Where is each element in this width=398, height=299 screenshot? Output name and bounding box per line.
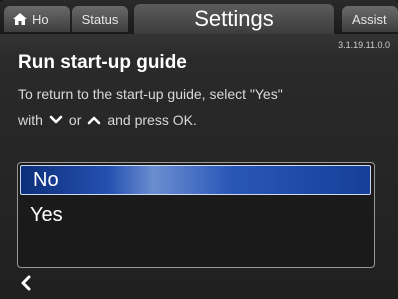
tab-settings-label: Settings: [194, 6, 274, 31]
home-icon: [13, 13, 27, 25]
description-line-1: To return to the start-up guide, select …: [18, 86, 283, 102]
tab-status-label: Status: [81, 11, 119, 27]
description-or: or: [68, 112, 82, 128]
version-number: 3.1.19.11.0.0: [338, 40, 390, 50]
description-line-2: with or and press OK.: [18, 112, 197, 128]
tab-assist[interactable]: Assist: [342, 6, 398, 32]
tab-settings[interactable]: Settings: [134, 4, 334, 34]
chevron-up-icon: [88, 116, 101, 125]
option-yes[interactable]: Yes: [18, 199, 373, 231]
screen: Ho Status Settings Assist 3.1.19.11.0.0 …: [0, 0, 398, 299]
option-no-label: No: [33, 168, 59, 191]
description-with: with: [18, 112, 43, 128]
tab-home-label: Ho: [32, 11, 49, 27]
tab-bar: Ho Status Settings Assist: [0, 0, 398, 34]
tab-assist-label: Assist: [352, 11, 387, 27]
back-arrow-icon[interactable]: [18, 275, 34, 291]
chevron-down-icon: [49, 115, 63, 124]
description-press-ok: and press OK.: [107, 112, 197, 128]
options-list: No Yes: [17, 162, 375, 268]
tab-status[interactable]: Status: [72, 6, 128, 32]
page-title: Run start-up guide: [18, 52, 187, 73]
tab-home[interactable]: Ho: [4, 6, 70, 32]
option-yes-label: Yes: [30, 203, 63, 226]
option-no[interactable]: No: [20, 165, 371, 195]
